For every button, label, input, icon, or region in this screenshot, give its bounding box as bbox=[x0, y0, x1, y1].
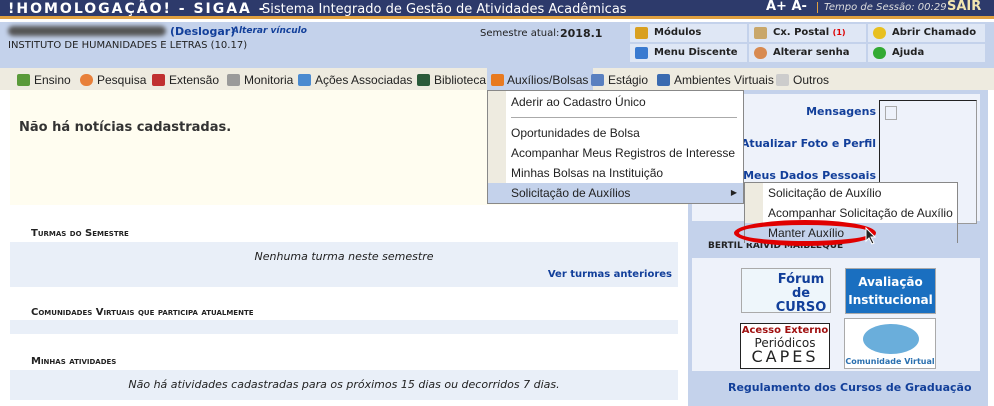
font-decrease-button[interactable]: A- bbox=[792, 0, 807, 14]
mailbox-icon bbox=[754, 27, 767, 39]
atualizar-foto-link[interactable]: Atualizar Foto e Perfil bbox=[741, 137, 876, 150]
atividades-empty-text: Não há atividades cadastradas para os pr… bbox=[128, 378, 560, 391]
menu-monitoria[interactable]: Monitoria bbox=[227, 71, 293, 89]
bell-icon bbox=[873, 27, 886, 39]
books-icon bbox=[17, 74, 30, 86]
ajuda-button[interactable]: Ajuda bbox=[868, 44, 985, 62]
menu-auxilios-bolsas[interactable]: Auxílios/Bolsas bbox=[487, 68, 594, 90]
turmas-empty-text: Nenhuma turma neste semestre bbox=[254, 250, 434, 263]
broken-image-icon bbox=[885, 106, 897, 120]
alterar-vinculo-link[interactable]: Alterar vínculo bbox=[232, 26, 307, 36]
flask-icon bbox=[80, 74, 93, 86]
mouse-cursor-icon bbox=[865, 227, 877, 245]
submenu-arrow-icon: ▶ bbox=[730, 188, 737, 197]
comunidades-panel bbox=[10, 320, 678, 334]
dropdown-minhas-bolsas[interactable]: Minhas Bolsas na Instituição bbox=[488, 163, 743, 183]
deslogar-link[interactable]: (Deslogar) bbox=[170, 25, 235, 38]
main-menu: Ensino Pesquisa Extensão Monitoria Ações… bbox=[0, 68, 994, 90]
highlight-ellipse bbox=[734, 220, 876, 246]
dropdown-oportunidades[interactable]: Oportunidades de Bolsa bbox=[488, 123, 743, 143]
logout-button[interactable]: SAIR bbox=[947, 0, 981, 14]
font-increase-button[interactable]: A+ bbox=[766, 0, 787, 14]
printer-icon bbox=[776, 74, 789, 86]
person-icon bbox=[754, 47, 767, 59]
submenu-solicitacao-auxilio[interactable]: Solicitação de Auxílio bbox=[745, 183, 957, 203]
menu-estagio[interactable]: Estágio bbox=[591, 71, 648, 89]
person-icon bbox=[491, 74, 504, 86]
system-full-name: Sistema Integrado de Gestão de Atividade… bbox=[262, 2, 627, 17]
title-bar: !HOMOLOGAÇÃO! - SIGAA - Sistema Integrad… bbox=[0, 0, 994, 19]
help-icon bbox=[873, 47, 886, 59]
news-empty-text: Não há notícias cadastradas. bbox=[19, 120, 232, 135]
semester-label: Semestre atual: bbox=[480, 28, 560, 39]
menu-extensao[interactable]: Extensão bbox=[152, 71, 219, 89]
board-icon bbox=[227, 74, 240, 86]
dropdown-solicitacao-auxilios[interactable]: Solicitação de Auxílios ▶ bbox=[488, 183, 743, 203]
user-name-redacted bbox=[8, 26, 166, 36]
people-icon bbox=[657, 74, 670, 86]
id-card-icon bbox=[591, 74, 604, 86]
semester-value: 2018.1 bbox=[560, 27, 603, 40]
unit-name: INSTITUTO DE HUMANIDADES E LETRAS (10.17… bbox=[8, 40, 248, 51]
cx-postal-button[interactable]: Cx. Postal (1) bbox=[749, 24, 866, 42]
session-timer: Tempo de Sessão: 00:29 bbox=[817, 2, 947, 13]
atividades-panel: Não há atividades cadastradas para os pr… bbox=[10, 370, 678, 400]
capes-periodicos-banner[interactable]: Acesso Externo Periódicos CAPES bbox=[740, 323, 830, 369]
font-size-controls: A+ A- bbox=[766, 0, 807, 14]
menu-biblioteca[interactable]: Biblioteca bbox=[417, 71, 486, 89]
library-icon bbox=[417, 74, 430, 86]
avaliacao-institucional-banner[interactable]: Avaliação Institucional bbox=[845, 268, 936, 314]
chat-bubble-icon bbox=[863, 324, 919, 354]
menu-ambientes-virtuais[interactable]: Ambientes Virtuais bbox=[657, 71, 774, 89]
system-name: !HOMOLOGAÇÃO! - SIGAA - bbox=[8, 1, 267, 17]
forum-curso-banner[interactable]: Fórum de CURSO bbox=[741, 268, 831, 313]
menu-ensino[interactable]: Ensino bbox=[17, 71, 71, 89]
mensagens-link[interactable]: Mensagens bbox=[806, 105, 876, 118]
auxilios-dropdown: Aderir ao Cadastro Único Oportunidades d… bbox=[487, 90, 744, 204]
regulamento-link[interactable]: Regulamento dos Cursos de Graduação bbox=[728, 381, 972, 394]
comunidade-virtual-banner[interactable]: Comunidade Virtual bbox=[844, 318, 936, 369]
cube-icon bbox=[635, 27, 648, 39]
turmas-panel: Nenhuma turma neste semestre Ver turmas … bbox=[10, 242, 678, 287]
modulos-button[interactable]: Módulos bbox=[630, 24, 747, 42]
comunidades-heading: Comunidades Virtuais que participa atual… bbox=[31, 307, 254, 318]
gift-icon bbox=[152, 74, 165, 86]
puzzle-icon bbox=[298, 74, 311, 86]
ver-turmas-anteriores-link[interactable]: Ver turmas anteriores bbox=[548, 269, 672, 280]
abrir-chamado-button[interactable]: Abrir Chamado bbox=[868, 24, 985, 42]
mail-count-badge: (1) bbox=[832, 28, 846, 37]
dropdown-acompanhar-registros[interactable]: Acompanhar Meus Registros de Interesse bbox=[488, 143, 743, 163]
network-icon bbox=[635, 47, 648, 59]
menu-pesquisa[interactable]: Pesquisa bbox=[80, 71, 146, 89]
atividades-heading: Minhas atividades bbox=[31, 356, 117, 367]
meus-dados-link[interactable]: Meus Dados Pessoais bbox=[743, 169, 876, 182]
turmas-heading: Turmas do Semestre bbox=[31, 228, 129, 239]
menu-discente-button[interactable]: Menu Discente bbox=[630, 44, 747, 62]
alterar-senha-button[interactable]: Alterar senha bbox=[749, 44, 866, 62]
menu-outros[interactable]: Outros bbox=[776, 71, 829, 89]
dropdown-aderir-cadastro[interactable]: Aderir ao Cadastro Único bbox=[488, 92, 743, 112]
menu-acoes-associadas[interactable]: Ações Associadas bbox=[298, 71, 412, 89]
user-header: (Deslogar) Alterar vínculo INSTITUTO DE … bbox=[0, 22, 994, 68]
